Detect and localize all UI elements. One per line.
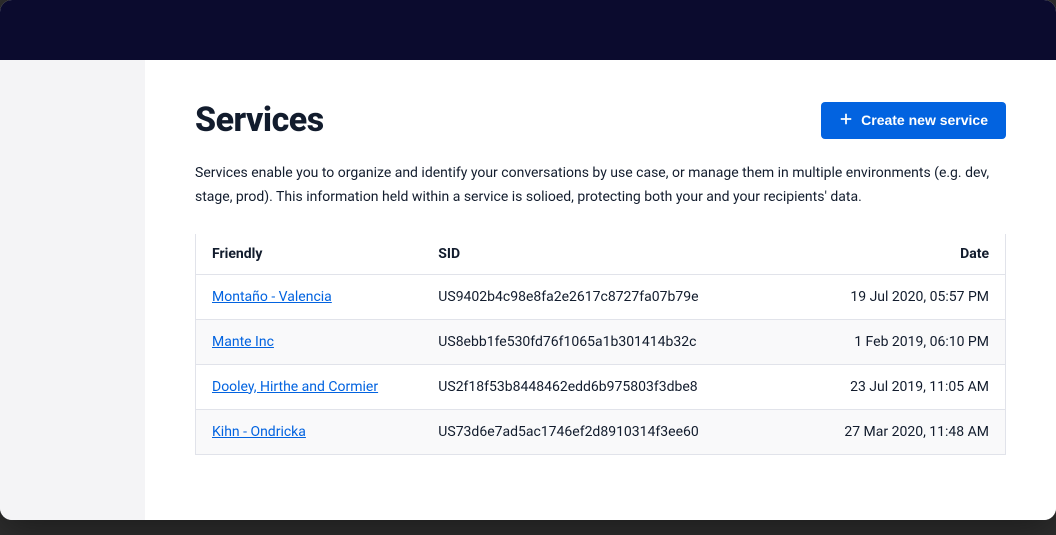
date-cell: 19 Jul 2020, 05:57 PM [779, 274, 1006, 319]
sid-cell: US73d6e7ad5ac1746ef2d8910314f3ee60 [422, 409, 778, 454]
header-sid: SID [422, 234, 778, 275]
page-description: Services enable you to organize and iden… [195, 162, 1006, 210]
plus-icon [839, 112, 853, 129]
header-date: Date [779, 234, 1006, 275]
service-link[interactable]: Montaño - Valencia [212, 289, 332, 305]
date-cell: 23 Jul 2019, 11:05 AM [779, 364, 1006, 409]
header-friendly: Friendly [196, 234, 423, 275]
table-row: Montaño - Valencia US9402b4c98e8fa2e2617… [196, 274, 1006, 319]
date-cell: 27 Mar 2020, 11:48 AM [779, 409, 1006, 454]
date-cell: 1 Feb 2019, 06:10 PM [779, 319, 1006, 364]
table-row: Mante Inc US8ebb1fe530fd76f1065a1b301414… [196, 319, 1006, 364]
sid-cell: US8ebb1fe530fd76f1065a1b301414b32c [422, 319, 778, 364]
body-area: Services Create new service Services ena… [0, 60, 1056, 520]
sid-cell: US9402b4c98e8fa2e2617c8727fa07b79e [422, 274, 778, 319]
create-button-label: Create new service [861, 112, 988, 128]
service-link[interactable]: Dooley, Hirthe and Cormier [212, 379, 378, 395]
sid-cell: US2f18f53b8448462edd6b975803f3dbe8 [422, 364, 778, 409]
main-content: Services Create new service Services ena… [145, 60, 1056, 520]
services-table: Friendly SID Date Montaño - Valencia US9… [195, 234, 1006, 455]
table-row: Kihn - Ondricka US73d6e7ad5ac1746ef2d891… [196, 409, 1006, 454]
service-link[interactable]: Kihn - Ondricka [212, 424, 306, 440]
app-window: Services Create new service Services ena… [0, 0, 1056, 520]
sidebar [0, 60, 145, 520]
table-row: Dooley, Hirthe and Cormier US2f18f53b844… [196, 364, 1006, 409]
service-link[interactable]: Mante Inc [212, 334, 274, 350]
page-title: Services [195, 100, 324, 140]
top-navbar [0, 0, 1056, 60]
table-header-row: Friendly SID Date [196, 234, 1006, 275]
page-header: Services Create new service [195, 100, 1006, 140]
create-service-button[interactable]: Create new service [821, 102, 1006, 139]
